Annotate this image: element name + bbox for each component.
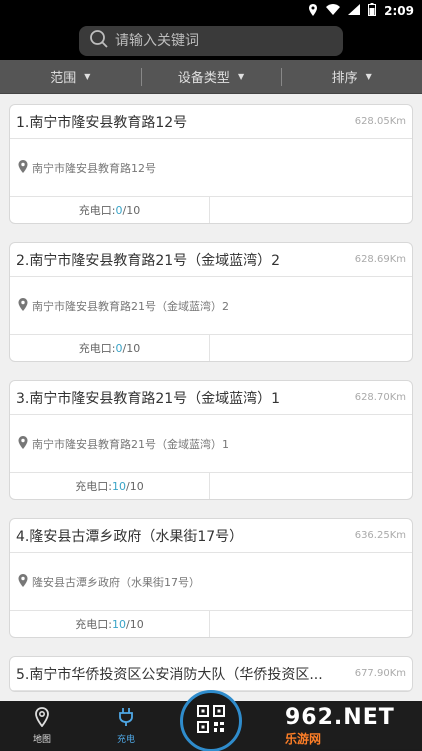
- ports-label: 充电口:: [78, 204, 116, 217]
- station-address-row: 隆安县古潭乡政府（水果街17号）: [10, 553, 412, 611]
- wifi-icon: [326, 4, 341, 18]
- station-card-header: 5.南宁市华侨投资区公安消防大队（华侨投资区... 677.90Km: [10, 657, 412, 691]
- station-card[interactable]: 4.隆安县古潭乡政府（水果街17号） 636.25Km 隆安县古潭乡政府（水果街…: [9, 518, 413, 638]
- station-card[interactable]: 1.南宁市隆安县教育路12号 628.05Km 南宁市隆安县教育路12号 充电口…: [9, 104, 413, 224]
- charging-ports: 充电口: 0/10: [10, 335, 210, 361]
- station-card-footer: 充电口: 10/10: [10, 473, 412, 499]
- station-address: 南宁市隆安县教育路21号（金域蓝湾）1: [32, 437, 229, 451]
- station-card[interactable]: 5.南宁市华侨投资区公安消防大队（华侨投资区... 677.90Km: [9, 656, 413, 692]
- station-title: 3.南宁市隆安县教育路21号（金域蓝湾）1: [16, 390, 281, 407]
- ports-total: /10: [122, 203, 141, 217]
- station-card[interactable]: 3.南宁市隆安县教育路21号（金域蓝湾）1 628.70Km 南宁市隆安县教育路…: [9, 380, 413, 500]
- station-title: 5.南宁市华侨投资区公安消防大队（华侨投资区...: [16, 666, 323, 683]
- watermark-bottom: 乐游网: [285, 732, 322, 746]
- caret-down-icon: ▼: [365, 72, 372, 81]
- ports-label: 充电口:: [78, 342, 116, 355]
- ports-label: 充电口:: [75, 618, 112, 631]
- station-address-row: 南宁市隆安县教育路21号（金域蓝湾）1: [10, 415, 412, 473]
- station-card-footer: 充电口: 0/10: [10, 197, 412, 223]
- station-distance: 628.69Km: [354, 254, 406, 265]
- footer-right: [210, 197, 412, 223]
- station-address-row: 南宁市隆安县教育路12号: [10, 139, 412, 197]
- caret-down-icon: ▼: [84, 72, 91, 81]
- station-title: 2.南宁市隆安县教育路21号（金域蓝湾）2: [16, 252, 281, 269]
- nav-map-label: 地图: [32, 735, 51, 745]
- filter-label: 范围: [50, 71, 77, 86]
- filter-bar: 范围 ▼ 设备类型 ▼ 排序 ▼: [0, 60, 422, 94]
- station-card-footer: 充电口: 10/10: [10, 611, 412, 637]
- site-watermark: 962.NET 乐游网: [285, 703, 420, 749]
- signal-icon: [348, 4, 361, 18]
- footer-right: [210, 335, 412, 361]
- status-time: 2:09: [384, 4, 414, 18]
- ports-free: 10: [112, 617, 126, 631]
- ports-label: 充电口:: [75, 480, 112, 493]
- station-card-header: 1.南宁市隆安县教育路12号 628.05Km: [10, 105, 412, 139]
- location-pin-icon: [18, 434, 28, 453]
- filter-label: 设备类型: [177, 71, 230, 86]
- station-card-header: 4.隆安县古潭乡政府（水果街17号） 636.25Km: [10, 519, 412, 553]
- filter-sort[interactable]: 排序 ▼: [281, 60, 422, 93]
- station-title: 4.隆安县古潭乡政府（水果街17号）: [16, 528, 244, 545]
- map-pin-icon: [34, 707, 50, 730]
- station-title: 1.南宁市隆安县教育路12号: [16, 114, 188, 131]
- search-icon: [89, 29, 109, 53]
- station-card-footer: 充电口: 0/10: [10, 335, 412, 361]
- station-distance: 628.05Km: [354, 116, 406, 127]
- station-card[interactable]: 2.南宁市隆安县教育路21号（金域蓝湾）2 628.69Km 南宁市隆安县教育路…: [9, 242, 413, 362]
- ports-free: 0: [115, 341, 123, 355]
- ports-free: 10: [112, 479, 126, 493]
- filter-label: 排序: [331, 71, 358, 86]
- qr-code-icon: [196, 704, 226, 738]
- footer-right: [210, 611, 412, 637]
- filter-range[interactable]: 范围 ▼: [0, 60, 141, 93]
- ports-total: /10: [126, 617, 144, 631]
- location-pin-icon: [18, 572, 28, 591]
- station-address: 隆安县古潭乡政府（水果街17号）: [32, 575, 200, 589]
- nav-charge-label: 充电: [116, 735, 135, 745]
- scan-qr-button[interactable]: [180, 690, 242, 751]
- location-pin-icon: [18, 158, 28, 177]
- station-list[interactable]: 1.南宁市隆安县教育路12号 628.05Km 南宁市隆安县教育路12号 充电口…: [0, 94, 422, 701]
- ports-free: 0: [115, 203, 123, 217]
- location-status-icon: [308, 3, 318, 19]
- footer-right: [210, 473, 412, 499]
- ports-total: /10: [122, 341, 141, 355]
- charging-ports: 充电口: 10/10: [10, 473, 210, 499]
- station-card-header: 3.南宁市隆安县教育路21号（金域蓝湾）1 628.70Km: [10, 381, 412, 415]
- header: [0, 22, 422, 60]
- charging-ports: 充电口: 10/10: [10, 611, 210, 637]
- battery-icon: [368, 3, 377, 19]
- nav-map[interactable]: 地图: [0, 701, 84, 751]
- watermark-top: 962.NET: [285, 705, 395, 730]
- station-distance: 677.90Km: [354, 668, 406, 679]
- caret-down-icon: ▼: [237, 72, 245, 81]
- station-card-header: 2.南宁市隆安县教育路21号（金域蓝湾）2 628.69Km: [10, 243, 412, 277]
- nav-charge[interactable]: 充电: [84, 701, 168, 751]
- station-address: 南宁市隆安县教育路21号（金域蓝湾）2: [32, 299, 229, 313]
- search-input[interactable]: [115, 33, 325, 49]
- filter-device-type[interactable]: 设备类型 ▼: [140, 60, 282, 93]
- search-box[interactable]: [79, 26, 343, 56]
- location-pin-icon: [18, 296, 28, 315]
- station-address: 南宁市隆安县教育路12号: [32, 161, 156, 175]
- station-address-row: 南宁市隆安县教育路21号（金域蓝湾）2: [10, 277, 412, 335]
- charging-ports: 充电口: 0/10: [10, 197, 210, 223]
- status-bar: 2:09: [0, 0, 422, 22]
- ports-total: /10: [126, 479, 144, 493]
- station-distance: 628.70Km: [354, 392, 406, 403]
- plug-icon: [118, 707, 134, 730]
- station-distance: 636.25Km: [354, 530, 406, 541]
